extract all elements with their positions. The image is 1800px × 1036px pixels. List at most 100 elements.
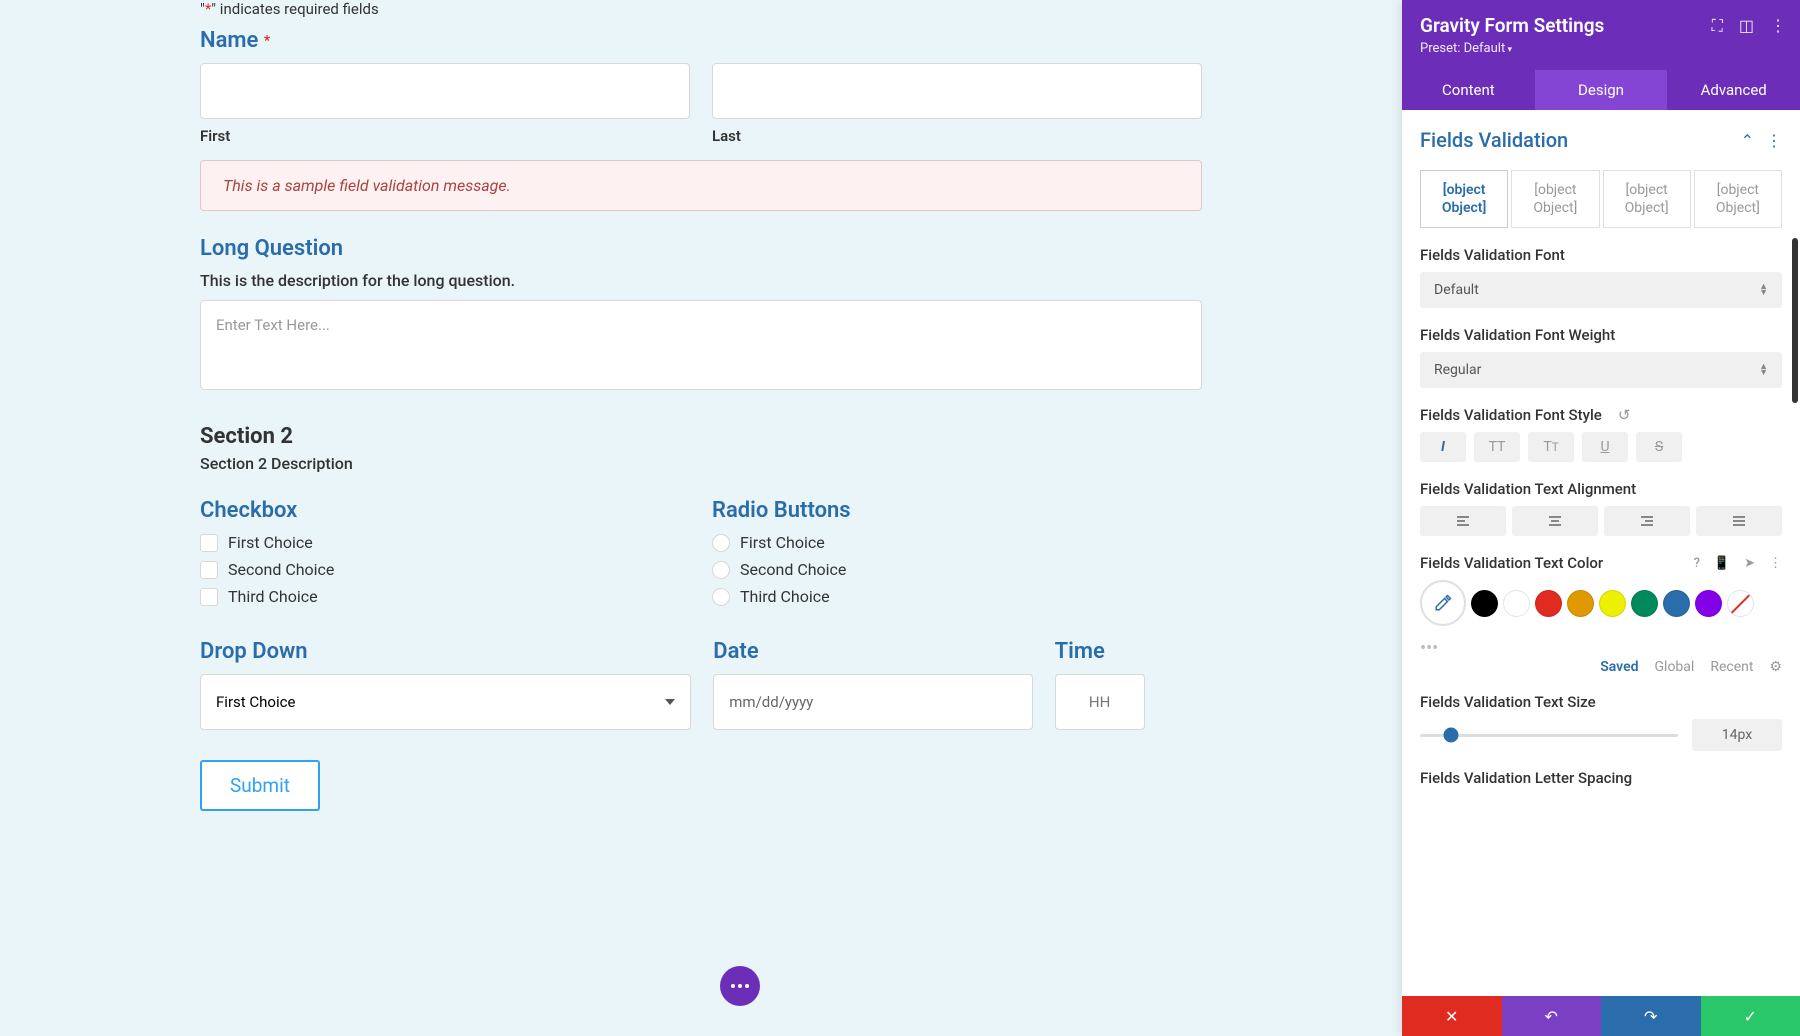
underline-toggle[interactable]: U <box>1582 432 1628 462</box>
color-swatch[interactable] <box>1695 590 1722 617</box>
size-slider[interactable] <box>1420 734 1678 737</box>
form-canvas: "*" indicates required fields Name * Fir… <box>0 0 1402 1036</box>
cursor-icon[interactable]: ➤ <box>1744 556 1755 571</box>
long-question-label: Long Question <box>200 236 1202 261</box>
checkbox-item[interactable]: First Choice <box>200 533 690 552</box>
radio-icon[interactable] <box>712 588 730 606</box>
redo-button[interactable]: ↷ <box>1601 996 1701 1036</box>
first-sublabel: First <box>200 127 690 145</box>
color-picker-button[interactable] <box>1420 580 1466 626</box>
long-question-textarea[interactable] <box>200 300 1202 390</box>
time-input[interactable] <box>1055 674 1145 730</box>
color-swatch[interactable] <box>1631 590 1658 617</box>
align-center-button[interactable] <box>1512 506 1598 536</box>
more-icon[interactable]: ⋮ <box>1769 556 1782 571</box>
scrollbar[interactable] <box>1792 238 1798 403</box>
help-icon[interactable]: ? <box>1694 556 1700 571</box>
name-label: Name * <box>200 28 1202 53</box>
color-swatch[interactable] <box>1663 590 1690 617</box>
dropdown-select[interactable]: First Choice <box>200 674 691 730</box>
italic-toggle[interactable]: I <box>1420 432 1466 462</box>
select-arrows-icon: ▲▼ <box>1759 364 1768 377</box>
tab-design[interactable]: Design <box>1535 70 1668 110</box>
strikethrough-toggle[interactable]: S <box>1636 432 1682 462</box>
preset-tab[interactable]: [object Object] <box>1694 170 1782 228</box>
sidebar-footer: ✕ ↶ ↷ ✓ <box>1402 996 1800 1036</box>
more-colors-icon[interactable]: ••• <box>1420 638 1782 659</box>
more-icon[interactable]: ⋮ <box>1766 131 1782 150</box>
slider-thumb[interactable] <box>1443 728 1458 743</box>
align-left-button[interactable] <box>1420 506 1506 536</box>
validation-message: This is a sample field validation messag… <box>200 160 1202 211</box>
weight-select[interactable]: Regular ▲▼ <box>1420 352 1782 388</box>
section-title[interactable]: Fields Validation <box>1420 128 1568 152</box>
last-name-input[interactable] <box>712 63 1202 119</box>
tab-content[interactable]: Content <box>1402 70 1535 110</box>
align-justify-button[interactable] <box>1696 506 1782 536</box>
close-button[interactable]: ✕ <box>1402 996 1502 1036</box>
radio-item[interactable]: Second Choice <box>712 560 1202 579</box>
color-swatch[interactable] <box>1567 590 1594 617</box>
time-label: Time <box>1055 639 1202 664</box>
preset-dropdown[interactable]: Preset: Default <box>1420 41 1782 56</box>
radio-icon[interactable] <box>712 561 730 579</box>
tab-advanced[interactable]: Advanced <box>1667 70 1800 110</box>
style-label: Fields Validation Font Style ↺ <box>1420 406 1782 424</box>
expand-icon[interactable]: ⛶ <box>1712 16 1723 36</box>
select-arrows-icon: ▲▼ <box>1759 284 1768 297</box>
size-label: Fields Validation Text Size <box>1420 693 1782 711</box>
weight-label: Fields Validation Font Weight <box>1420 326 1782 344</box>
chevron-up-icon[interactable]: ⌃ <box>1741 131 1754 150</box>
global-tab[interactable]: Global <box>1655 659 1695 675</box>
reset-icon[interactable]: ↺ <box>1618 406 1631 424</box>
save-button[interactable]: ✓ <box>1701 996 1800 1036</box>
section-2-desc: Section 2 Description <box>200 454 1202 473</box>
date-label: Date <box>713 639 1032 664</box>
font-label: Fields Validation Font <box>1420 246 1782 264</box>
close-icon: ✕ <box>1445 1007 1458 1026</box>
radio-item[interactable]: Third Choice <box>712 587 1202 606</box>
color-swatch[interactable] <box>1503 590 1530 617</box>
color-swatch[interactable] <box>1599 590 1626 617</box>
checkbox-item[interactable]: Second Choice <box>200 560 690 579</box>
fab-button[interactable] <box>720 966 760 1006</box>
redo-icon: ↷ <box>1644 1007 1657 1026</box>
date-input[interactable]: mm/dd/yyyy <box>713 674 1032 730</box>
undo-icon: ↶ <box>1545 1007 1558 1026</box>
more-icon[interactable]: ⋮ <box>1770 16 1786 36</box>
uppercase-toggle[interactable]: TT <box>1474 432 1520 462</box>
radio-item[interactable]: First Choice <box>712 533 1202 552</box>
checkbox-label: Checkbox <box>200 498 690 523</box>
chevron-down-icon <box>665 699 675 705</box>
submit-button[interactable]: Submit <box>200 760 320 811</box>
checkbox-icon[interactable] <box>200 534 218 552</box>
color-swatch-none[interactable] <box>1727 590 1754 617</box>
sidebar-tabs: Content Design Advanced <box>1402 70 1800 110</box>
color-swatch[interactable] <box>1471 590 1498 617</box>
undo-button[interactable]: ↶ <box>1502 996 1602 1036</box>
long-question-desc: This is the description for the long que… <box>200 271 1202 290</box>
gear-icon[interactable]: ⚙ <box>1769 659 1782 675</box>
eyedropper-icon <box>1434 594 1452 612</box>
checkbox-icon[interactable] <box>200 588 218 606</box>
align-right-button[interactable] <box>1604 506 1690 536</box>
saved-tab[interactable]: Saved <box>1600 659 1638 675</box>
phone-icon[interactable]: 📱 <box>1714 556 1730 571</box>
required-indicator: "*" indicates required fields <box>200 0 1202 18</box>
section-2-title: Section 2 <box>200 424 1202 449</box>
size-value[interactable]: 14px <box>1692 719 1782 751</box>
preset-tab[interactable]: [object Object] <box>1603 170 1691 228</box>
checkbox-item[interactable]: Third Choice <box>200 587 690 606</box>
preset-tab[interactable]: [object Object] <box>1420 170 1508 228</box>
first-name-input[interactable] <box>200 63 690 119</box>
sidebar-body: Fields Validation ⌃ ⋮ [object Object] [o… <box>1402 110 1800 996</box>
preset-tab[interactable]: [object Object] <box>1511 170 1599 228</box>
columns-icon[interactable]: ◫ <box>1739 16 1754 36</box>
font-select[interactable]: Default ▲▼ <box>1420 272 1782 308</box>
smallcaps-toggle[interactable]: TT <box>1528 432 1574 462</box>
color-swatch[interactable] <box>1535 590 1562 617</box>
radio-icon[interactable] <box>712 534 730 552</box>
recent-tab[interactable]: Recent <box>1710 659 1753 675</box>
preset-tabs: [object Object] [object Object] [object … <box>1420 170 1782 228</box>
checkbox-icon[interactable] <box>200 561 218 579</box>
